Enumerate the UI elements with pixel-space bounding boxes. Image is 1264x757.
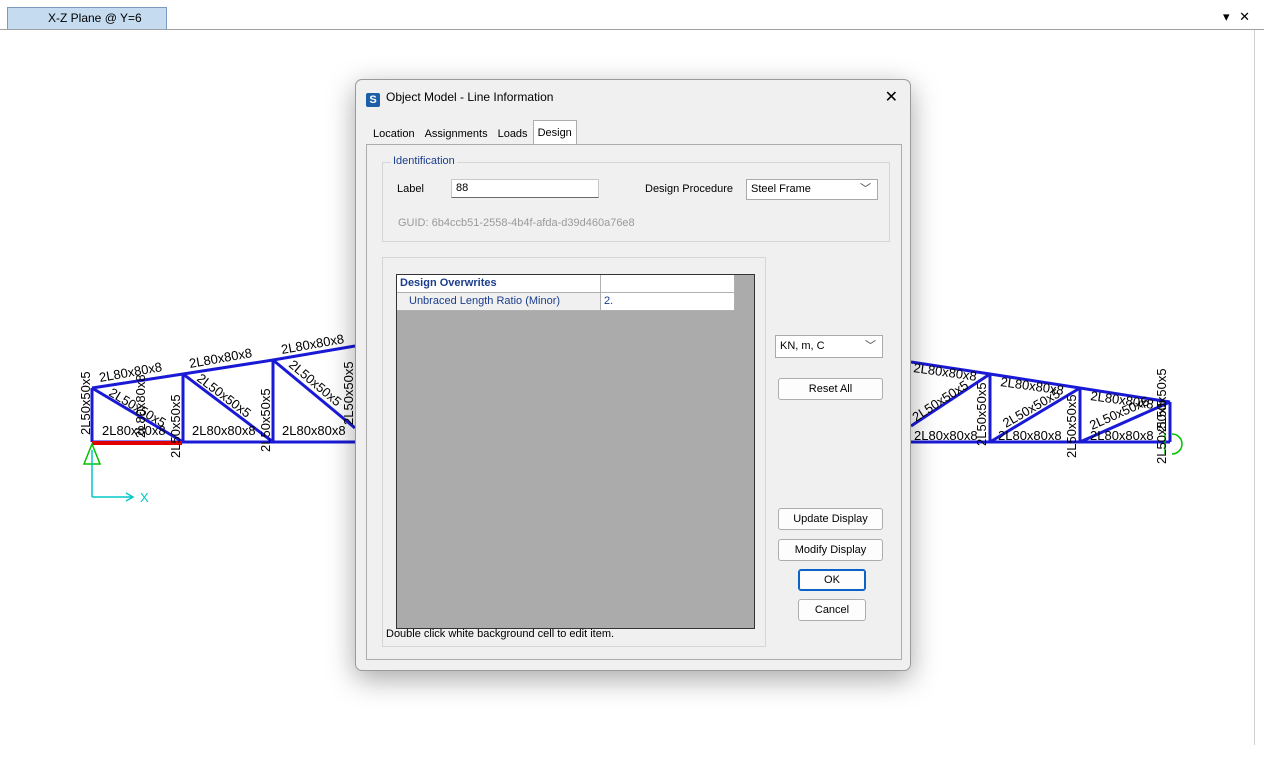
member-label: 2L80x80x8 <box>913 360 978 384</box>
cancel-button[interactable]: Cancel <box>798 599 866 621</box>
identification-group: Identification Label 88 Design Procedure… <box>382 155 890 242</box>
member-label: 2L50x50x5 <box>1064 394 1079 458</box>
tab-location[interactable]: Location <box>368 122 420 145</box>
label-field[interactable]: 88 <box>451 179 599 198</box>
units-select[interactable]: KN, m, C ﹀ <box>775 335 883 358</box>
grid-row-name: Unbraced Length Ratio (Minor) <box>397 293 601 311</box>
grid-header-value <box>601 275 735 293</box>
axis-label: X <box>140 490 149 505</box>
design-tab-panel: Identification Label 88 Design Procedure… <box>366 144 902 660</box>
design-overwrites-grid[interactable]: Design Overwrites Unbraced Length Ratio … <box>396 274 755 629</box>
member-label: 2L50x50x5 <box>194 370 254 420</box>
member-label: 2L80x80x8 <box>282 423 346 438</box>
dialog-title-bar: S Object Model - Line Information <box>366 88 554 107</box>
design-procedure-value: Steel Frame <box>751 183 811 195</box>
chevron-down-icon: ﹀ <box>865 340 876 352</box>
member-label: 2L50x50x5 <box>286 357 344 409</box>
member-label: 2L80x80x8 <box>192 423 256 438</box>
edit-hint: Double click white background cell to ed… <box>386 628 615 640</box>
tab-assignments[interactable]: Assignments <box>420 122 493 145</box>
reset-all-button[interactable]: Reset All <box>778 378 883 400</box>
design-procedure-select[interactable]: Steel Frame ﹀ <box>746 179 878 200</box>
view-tab[interactable]: X-Z Plane @ Y=6 <box>7 7 167 29</box>
update-display-button[interactable]: Update Display <box>778 508 883 530</box>
design-procedure-caption: Design Procedure <box>645 183 734 195</box>
label-caption: Label <box>397 183 424 195</box>
close-icon[interactable]: ✕ <box>1239 9 1250 24</box>
member-label: 2L80x80x8 <box>914 428 978 443</box>
ok-button[interactable]: OK <box>798 569 866 591</box>
dialog-tabs: Location Assignments Loads Design <box>368 120 577 145</box>
view-tab-bar: X-Z Plane @ Y=6 ▾ ✕ <box>0 0 1264 30</box>
member-label: 2L50x50x5 <box>974 382 989 446</box>
member-label: 2L80x80x8 <box>133 374 148 438</box>
member-label: 2L50x50x5 <box>258 388 273 452</box>
member-label: 2L50x50x5 <box>78 371 93 435</box>
member-label: 2L50x50x5 <box>909 377 971 424</box>
chevron-down-icon: ﹀ <box>860 183 871 195</box>
tab-loads[interactable]: Loads <box>493 122 533 145</box>
tab-design[interactable]: Design <box>532 120 577 144</box>
line-information-dialog: S Object Model - Line Information ✕ Locat… <box>355 79 911 671</box>
member-label: 2L80x80x8 <box>1090 428 1154 443</box>
chevron-down-icon[interactable]: ▾ <box>1223 9 1230 24</box>
overwrites-group: Design Overwrites Unbraced Length Ratio … <box>382 257 766 647</box>
modify-display-button[interactable]: Modify Display <box>778 539 883 561</box>
dialog-title: Object Model - Line Information <box>386 90 554 104</box>
grid-header: Design Overwrites <box>397 275 601 293</box>
identification-legend: Identification <box>391 155 457 167</box>
member-label: 2L50x50x5 <box>1154 400 1169 464</box>
member-label: 2L50x50x5 <box>341 361 356 425</box>
member-label: 2L50x50x5 <box>168 394 183 458</box>
grid-row-value[interactable]: 2. <box>601 293 735 311</box>
close-icon[interactable]: ✕ <box>885 87 898 107</box>
app-icon: S <box>366 93 380 107</box>
units-value: KN, m, C <box>780 340 825 352</box>
window-controls: ▾ ✕ <box>1217 9 1250 25</box>
guid-text: GUID: 6b4ccb51-2558-4b4f-afda-d39d460a76… <box>398 217 635 229</box>
vertical-scrollbar[interactable] <box>1254 30 1255 745</box>
